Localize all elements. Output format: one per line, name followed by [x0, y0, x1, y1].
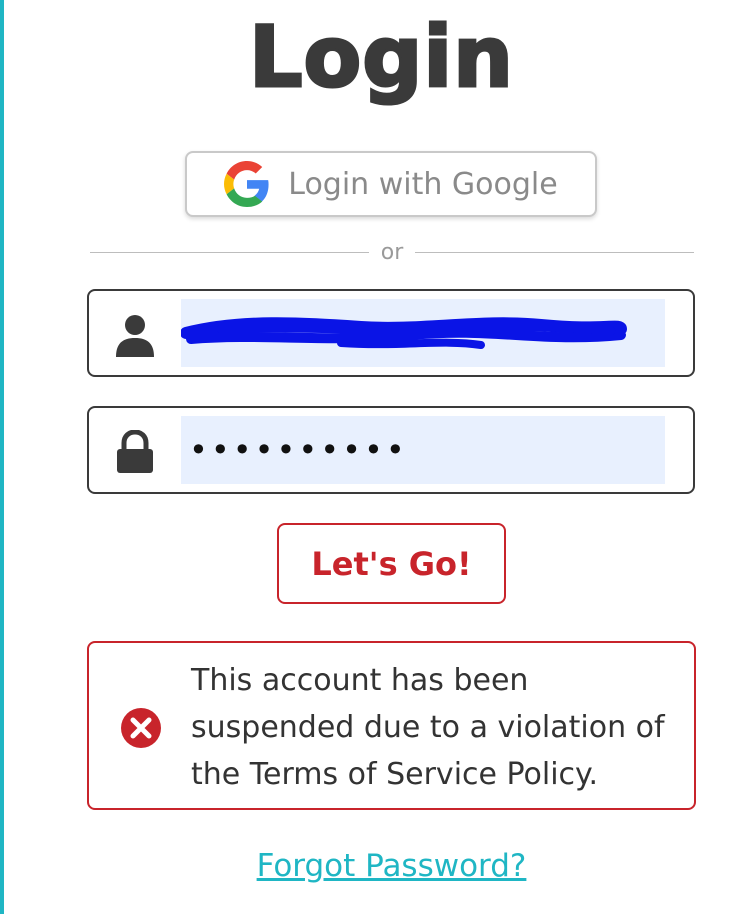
- password-input[interactable]: ••••••••••: [181, 416, 665, 484]
- google-login-button[interactable]: Login with Google: [185, 151, 597, 217]
- redaction-scribble: [181, 317, 627, 349]
- google-login-label: Login with Google: [288, 166, 558, 202]
- error-icon: [121, 708, 161, 748]
- error-message: This account has been suspended due to a…: [191, 663, 665, 792]
- divider-line-left: [90, 251, 369, 253]
- submit-button[interactable]: Let's Go!: [277, 523, 506, 604]
- or-divider: or: [90, 238, 695, 266]
- divider-line-right: [415, 251, 695, 253]
- lock-icon: [117, 430, 153, 473]
- forgot-password-link[interactable]: Forgot Password?: [4, 848, 755, 884]
- error-alert: This account has been suspended due to a…: [87, 641, 696, 810]
- password-field: ••••••••••: [87, 406, 695, 494]
- user-icon: [116, 315, 154, 357]
- google-icon: [224, 161, 269, 207]
- divider-or-text: or: [380, 239, 404, 265]
- username-field: [87, 289, 695, 377]
- page-title: Login: [248, 7, 515, 108]
- login-page: Login Login with Google or •••••••••• Le…: [0, 0, 755, 914]
